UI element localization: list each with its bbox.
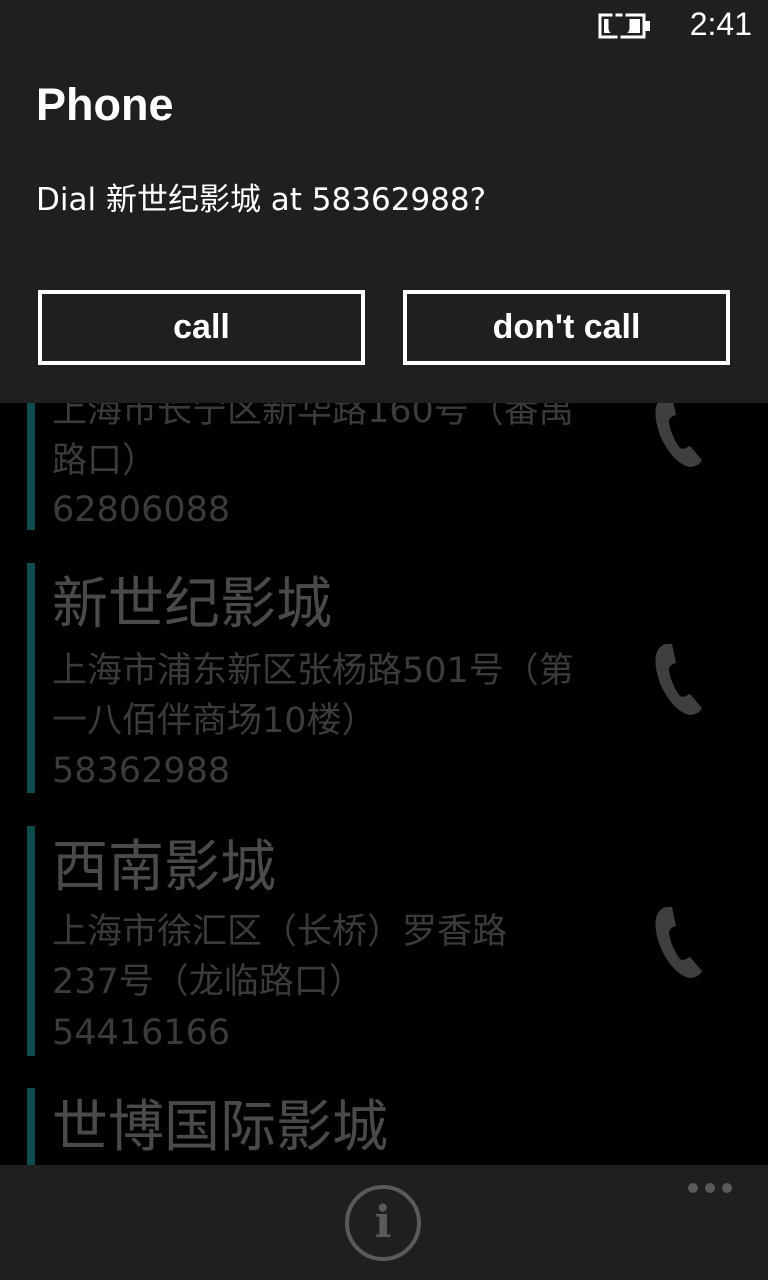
address-line: 一八佰伴商场10楼） [52,701,377,741]
phone-number: 62806088 [52,490,231,530]
clock: 2:41 [689,6,752,42]
accent-bar [27,1088,35,1165]
info-glyph: i [374,1197,392,1248]
more-dots-icon[interactable] [686,1183,734,1193]
phone-call-icon[interactable] [650,901,706,981]
dialog-title: Phone [36,79,174,130]
dial-confirm-dialog: 2:41 Phone Dial 新世纪影城 at 58362988? call … [0,0,768,403]
info-icon[interactable]: i [345,1185,421,1261]
cinema-name: 西南影城 [52,835,276,900]
call-button[interactable]: call [38,290,365,365]
accent-bar [27,826,35,1056]
address-line: 237号（龙临路口） [52,962,364,1002]
accent-bar [27,563,35,793]
phone-number: 54416166 [52,1013,231,1053]
address-line: 上海市徐汇区（长桥）罗香路 [52,912,508,952]
address-line: 上海市浦东新区张杨路501号（第 [52,651,574,691]
screen: 上海市长宁区新华路160号（番禺 路口） 62806088 新世纪影城 上海市浦… [0,0,768,1280]
list-item[interactable]: 西南影城 上海市徐汇区（长桥）罗香路 237号（龙临路口） 54416166 [0,826,768,1056]
list-item[interactable]: 世博国际影城 [0,1088,768,1165]
cinema-name: 世博国际影城 [52,1095,388,1160]
address-line: 路口） [52,441,158,481]
phone-number: 58362988 [52,751,231,791]
list-item[interactable]: 新世纪影城 上海市浦东新区张杨路501号（第 一八佰伴商场10楼） 583629… [0,563,768,793]
status-bar: 2:41 [0,0,768,50]
dialog-message: Dial 新世纪影城 at 58362988? [36,182,487,218]
battery-charging-icon [598,12,650,40]
app-bar: i [0,1165,768,1280]
cinema-name: 新世纪影城 [52,572,332,637]
dont-call-button[interactable]: don't call [403,290,730,365]
phone-call-icon[interactable] [650,638,706,718]
